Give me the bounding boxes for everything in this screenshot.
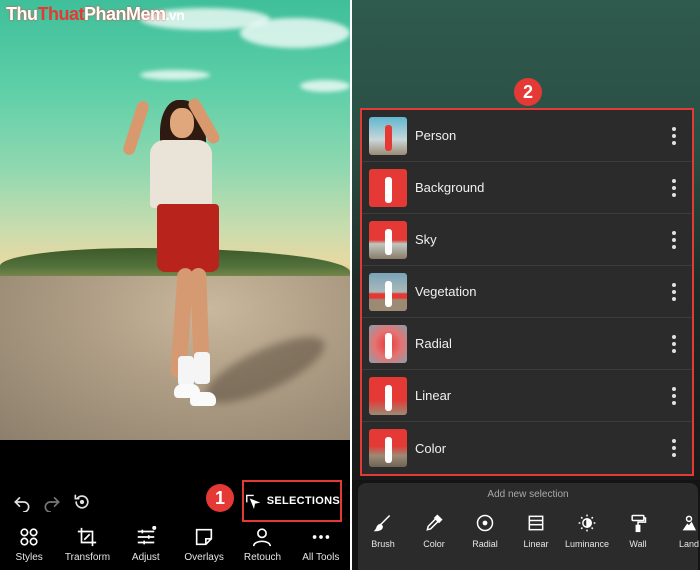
add-tool-label: Wall bbox=[629, 539, 647, 549]
undo-icon[interactable] bbox=[10, 490, 34, 514]
add-tool-linear[interactable]: Linear bbox=[511, 513, 561, 549]
add-tool-label: Luminance bbox=[564, 539, 610, 549]
watermark-part: Thu bbox=[6, 4, 38, 24]
add-selection-tools: Brush Color Radial Linear Luminance Wall… bbox=[358, 513, 700, 549]
photo-canvas[interactable]: ThuThuatPhanMem.vn bbox=[0, 0, 350, 440]
add-tool-land[interactable]: Land bbox=[664, 513, 700, 549]
figure-arm bbox=[121, 99, 151, 157]
selections-label: SELECTIONS bbox=[266, 495, 340, 507]
selection-row-linear[interactable]: Linear bbox=[362, 370, 692, 422]
selection-thumbnail bbox=[369, 376, 407, 415]
step-badge-2: 2 bbox=[514, 78, 542, 106]
watermark-part: .vn bbox=[165, 7, 185, 23]
selection-icon bbox=[246, 494, 261, 509]
tool-adjust[interactable]: Adjust bbox=[118, 526, 174, 570]
figure-shoe bbox=[190, 392, 216, 406]
kebab-menu-icon[interactable] bbox=[664, 124, 684, 148]
overlays-icon bbox=[195, 528, 213, 546]
watermark-part: PhanMem bbox=[84, 4, 166, 24]
tool-label: Transform bbox=[64, 552, 111, 563]
add-selection-panel: Add new selection Brush Color Radial Lin… bbox=[358, 483, 700, 570]
cloud bbox=[240, 18, 350, 48]
selection-row-person[interactable]: Person bbox=[362, 110, 692, 162]
tool-overlays[interactable]: Overlays bbox=[176, 526, 232, 570]
kebab-menu-icon[interactable] bbox=[664, 436, 684, 460]
add-tool-luminance[interactable]: Luminance bbox=[562, 513, 612, 549]
selection-label: Background bbox=[415, 180, 485, 195]
selection-row-background[interactable]: Background bbox=[362, 162, 692, 214]
selection-thumbnail bbox=[369, 429, 407, 467]
cloud bbox=[300, 80, 350, 92]
add-tool-label: Color bbox=[423, 539, 445, 549]
tool-label: Styles bbox=[15, 552, 43, 563]
editor-main-screen: ThuThuatPhanMem.vn 1 SELECTIONS Styles T… bbox=[0, 0, 350, 570]
selection-label: Color bbox=[415, 440, 447, 456]
selection-thumbnail bbox=[369, 116, 407, 155]
figure-sock bbox=[178, 356, 194, 386]
figure-face bbox=[170, 108, 194, 138]
selection-thumbnail bbox=[369, 272, 407, 311]
tool-label: Overlays bbox=[184, 552, 224, 563]
selection-label: Vegetation bbox=[415, 284, 477, 299]
selections-button[interactable]: SELECTIONS bbox=[242, 480, 342, 522]
add-tool-wall[interactable]: Wall bbox=[613, 513, 663, 549]
selection-thumbnail bbox=[369, 168, 407, 207]
add-tool-label: Brush bbox=[371, 539, 395, 549]
selection-label: Radial bbox=[415, 336, 452, 351]
tool-label: Adjust bbox=[131, 552, 160, 563]
paint-roller-icon bbox=[631, 514, 647, 533]
tool-label: All Tools bbox=[302, 552, 340, 563]
person-icon bbox=[253, 528, 272, 547]
bottom-toolbar: Styles Transform Adjust Overlays Retouch… bbox=[0, 526, 350, 570]
kebab-menu-icon[interactable] bbox=[664, 332, 684, 356]
tool-all-tools[interactable]: All Tools bbox=[293, 526, 349, 570]
add-tool-color[interactable]: Color bbox=[409, 513, 459, 549]
kebab-menu-icon[interactable] bbox=[664, 384, 684, 408]
tool-styles[interactable]: Styles bbox=[1, 526, 57, 570]
selection-row-sky[interactable]: Sky bbox=[362, 214, 692, 266]
land-icon bbox=[682, 515, 697, 531]
selection-row-radial[interactable]: Radial bbox=[362, 318, 692, 370]
selection-row-vegetation[interactable]: Vegetation bbox=[362, 266, 692, 318]
radial-icon bbox=[476, 514, 494, 532]
tool-label: Retouch bbox=[243, 552, 282, 563]
figure-sock bbox=[194, 352, 210, 384]
selection-thumbnail bbox=[369, 220, 407, 259]
more-icon bbox=[312, 535, 330, 539]
selection-label: Person bbox=[415, 128, 457, 143]
tool-transform[interactable]: Transform bbox=[59, 526, 115, 570]
figure-skirt bbox=[157, 204, 219, 272]
eyedropper-icon bbox=[426, 514, 443, 531]
watermark: ThuThuatPhanMem.vn bbox=[6, 4, 185, 25]
cloud bbox=[140, 70, 210, 80]
watermark-part: Thuat bbox=[37, 4, 85, 24]
redo-icon[interactable] bbox=[40, 490, 64, 514]
step-badge-1: 1 bbox=[206, 484, 234, 512]
add-selection-title: Add new selection bbox=[487, 489, 569, 500]
reset-icon[interactable] bbox=[70, 490, 94, 514]
add-tool-radial[interactable]: Radial bbox=[460, 513, 510, 549]
selections-list: Person Background Sky Vegetation Radial bbox=[360, 108, 694, 476]
add-tool-label: Radial bbox=[472, 539, 498, 549]
brush-icon bbox=[373, 514, 391, 532]
tool-retouch[interactable]: Retouch bbox=[234, 526, 290, 570]
add-tool-label: Land bbox=[678, 539, 700, 549]
screenshot: ThuThuatPhanMem.vn 1 SELECTIONS Styles T… bbox=[0, 0, 700, 570]
kebab-menu-icon[interactable] bbox=[664, 176, 684, 200]
linear-icon bbox=[528, 515, 544, 531]
sliders-icon bbox=[137, 526, 157, 545]
add-tool-brush[interactable]: Brush bbox=[358, 513, 408, 549]
selections-screen: 2 Person Background Sky Vegetation Radia… bbox=[352, 0, 700, 570]
add-tool-label: Linear bbox=[523, 539, 549, 549]
luminance-icon bbox=[578, 514, 596, 532]
selection-label: Sky bbox=[415, 232, 437, 247]
kebab-menu-icon[interactable] bbox=[664, 280, 684, 304]
styles-icon bbox=[20, 528, 38, 546]
figure-shirt bbox=[150, 140, 212, 208]
selection-label: Linear bbox=[415, 388, 452, 403]
selection-row-color[interactable]: Color bbox=[362, 422, 692, 474]
selection-thumbnail bbox=[369, 324, 407, 363]
kebab-menu-icon[interactable] bbox=[664, 228, 684, 252]
crop-icon bbox=[78, 527, 97, 547]
